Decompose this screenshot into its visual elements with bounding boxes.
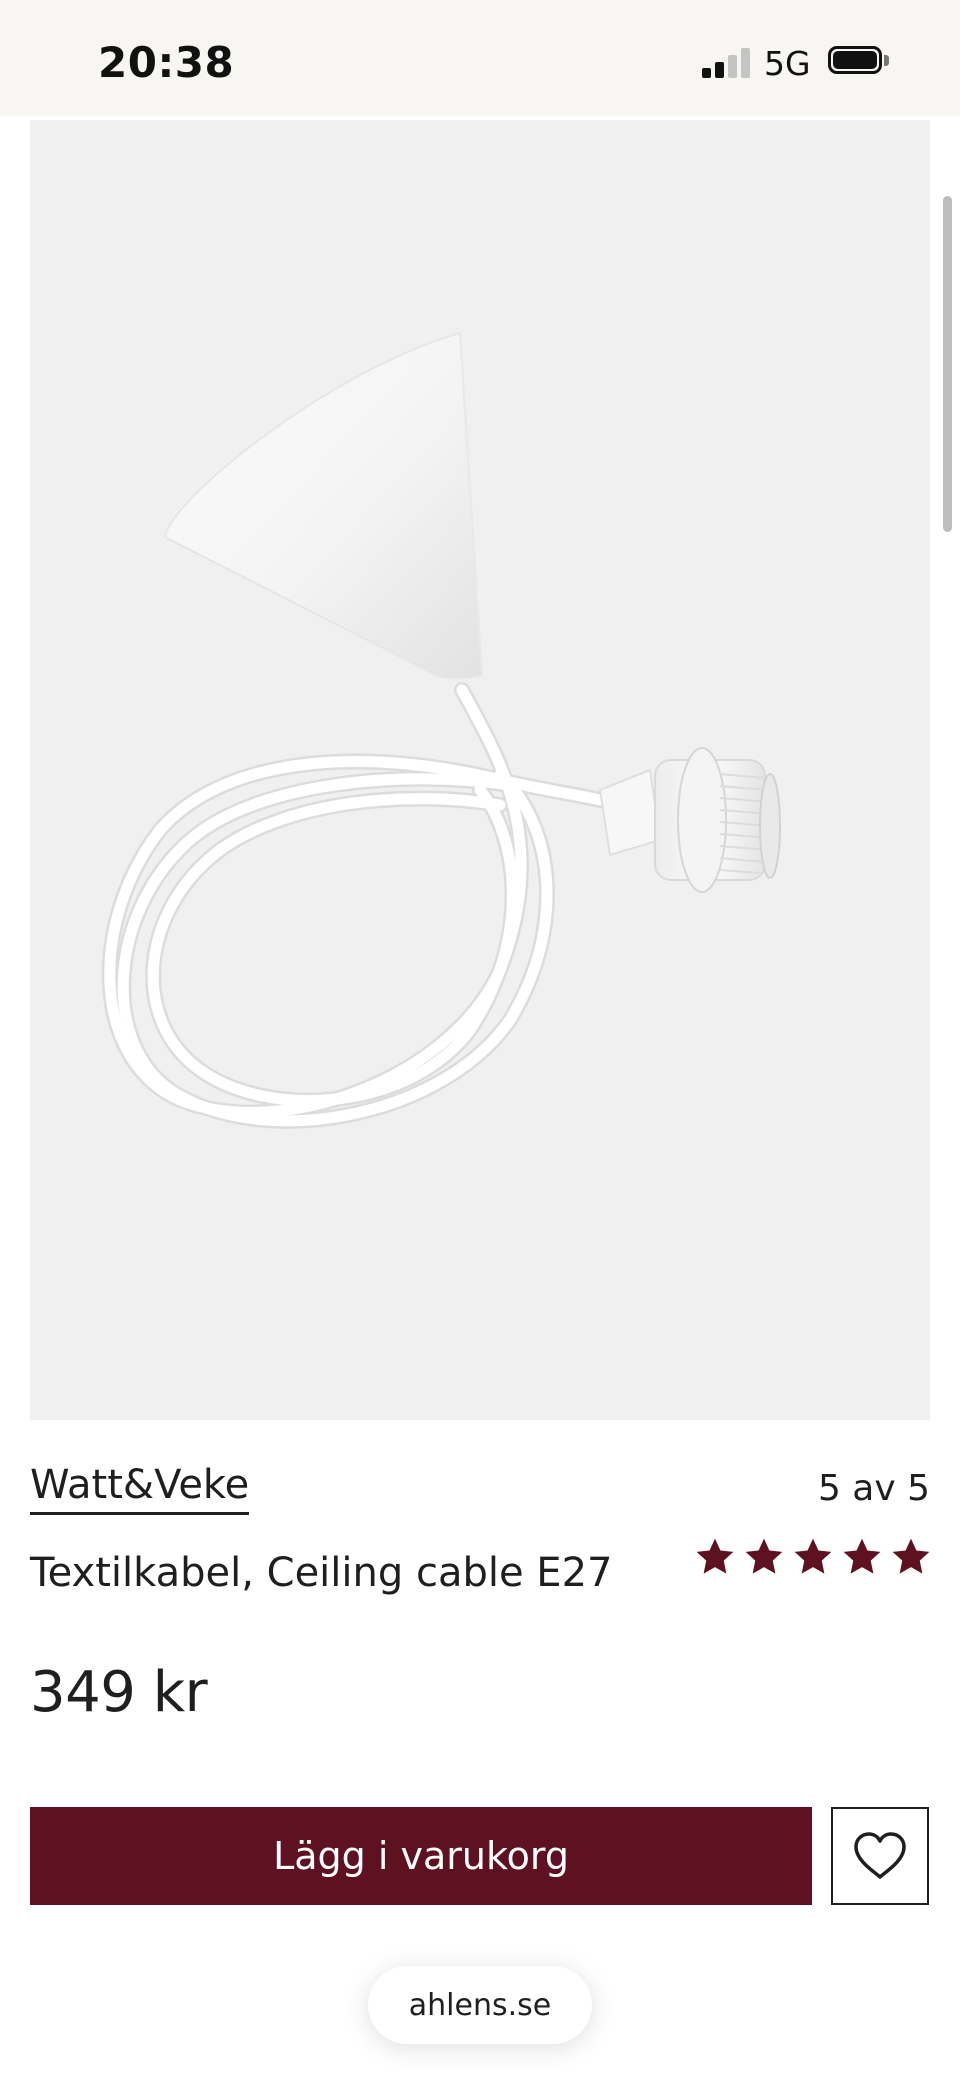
product-page: 20:38 5G Watt&Veke 5 av 5 Textilkabel, C… (0, 0, 960, 2078)
add-to-cart-label: Lägg i varukorg (273, 1834, 569, 1878)
status-time: 20:38 (98, 38, 235, 87)
star-icon (843, 1538, 881, 1574)
status-bar: 20:38 5G (0, 0, 960, 116)
star-icon (794, 1538, 832, 1574)
rating-text: 5 av 5 (817, 1468, 930, 1509)
brand-link[interactable]: Watt&Veke (30, 1462, 250, 1515)
wishlist-button[interactable] (831, 1807, 929, 1905)
browser-url-bar[interactable]: ahlens.se (368, 1966, 592, 2044)
network-type: 5G (764, 44, 811, 83)
heart-icon (854, 1832, 906, 1879)
scrollbar[interactable] (943, 196, 952, 532)
ceiling-cable-pendant-image (101, 331, 781, 1129)
add-to-cart-button[interactable]: Lägg i varukorg (30, 1807, 812, 1905)
cellular-signal-icon (702, 48, 750, 78)
star-icon (696, 1538, 734, 1574)
product-price: 349 kr (30, 1660, 208, 1725)
battery-icon (828, 46, 890, 78)
star-icon (745, 1538, 783, 1574)
product-title: Textilkabel, Ceiling cable E27 (30, 1550, 613, 1596)
star-icon (892, 1538, 930, 1574)
url-text: ahlens.se (408, 1987, 552, 2023)
product-image[interactable] (30, 120, 930, 1420)
rating-stars (694, 1536, 932, 1580)
